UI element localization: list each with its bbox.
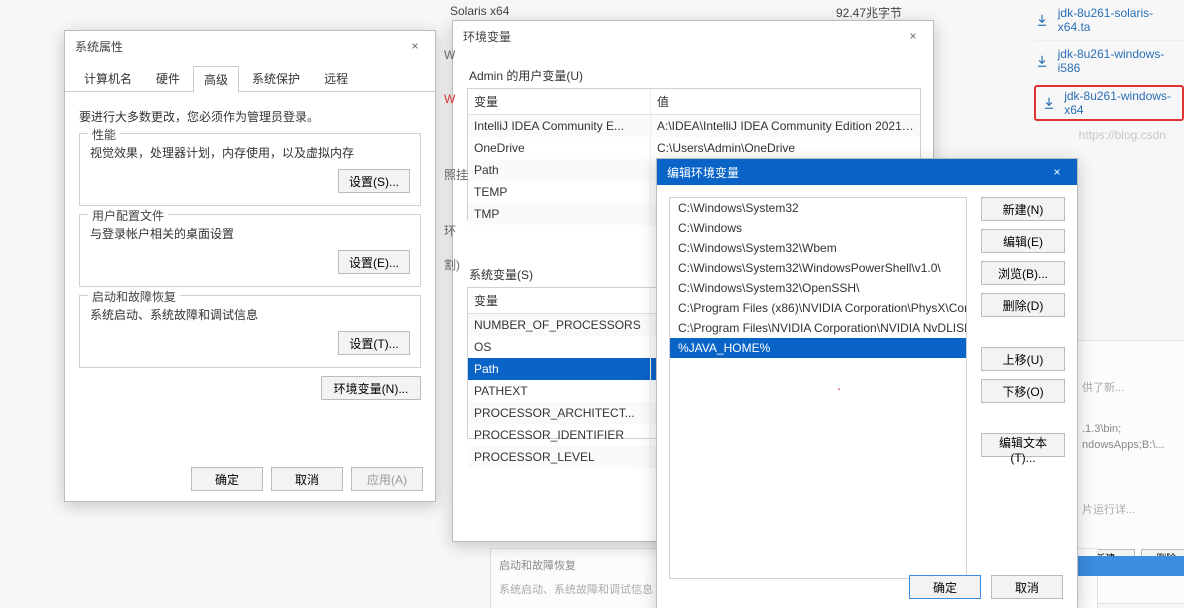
- delete-button[interactable]: 删除(D): [981, 293, 1065, 317]
- tab-system-protection[interactable]: 系统保护: [241, 65, 311, 91]
- close-icon[interactable]: ×: [899, 25, 927, 47]
- performance-group: 性能 视觉效果，处理器计划，内存使用，以及虚拟内存 设置(S)...: [79, 133, 421, 206]
- dialog-title: 环境变量: [463, 28, 511, 45]
- bg-size: 92.47兆字节: [836, 4, 902, 21]
- tab-hardware[interactable]: 硬件: [145, 65, 191, 91]
- download-icon: [1042, 95, 1056, 111]
- download-link-1[interactable]: jdk-8u261-solaris-x64.ta: [1034, 0, 1184, 40]
- admin-note: 要进行大多数更改，您必须作为管理员登录。: [79, 108, 421, 125]
- cancel-button[interactable]: 取消: [991, 575, 1063, 599]
- move-up-button[interactable]: 上移(U): [981, 347, 1065, 371]
- watermark: https://blog.csdn: [1079, 128, 1166, 142]
- download-icon: [1034, 53, 1050, 69]
- ok-button[interactable]: 确定: [909, 575, 981, 599]
- download-label: jdk-8u261-windows-i586: [1058, 47, 1184, 75]
- table-row[interactable]: OneDriveC:\Users\Admin\OneDrive: [468, 137, 920, 159]
- table-row[interactable]: IntelliJ IDEA Community E...A:\IDEA\Inte…: [468, 115, 920, 137]
- list-item[interactable]: C:\Windows: [670, 218, 966, 238]
- group-desc: 与登录帐户相关的桌面设置: [90, 225, 410, 242]
- startup-settings-button[interactable]: 设置(T)...: [338, 331, 410, 355]
- user-profiles-group: 用户配置文件 与登录帐户相关的桌面设置 设置(E)...: [79, 214, 421, 287]
- dialog-title: 编辑环境变量: [667, 164, 739, 181]
- list-item[interactable]: C:\Windows\System32: [670, 198, 966, 218]
- close-icon[interactable]: ×: [401, 35, 429, 57]
- ghost-line: ndowsApps;B:\...: [1082, 439, 1184, 451]
- list-item[interactable]: C:\Program Files\NVIDIA Corporation\NVID…: [670, 318, 966, 338]
- ghost-line: .1.3\bin;: [1082, 423, 1184, 435]
- path-list[interactable]: C:\Windows\System32C:\WindowsC:\Windows\…: [669, 197, 967, 579]
- list-item[interactable]: C:\Program Files (x86)\NVIDIA Corporatio…: [670, 298, 966, 318]
- edit-env-var-dialog: 编辑环境变量 × C:\Windows\System32C:\WindowsC:…: [656, 158, 1078, 608]
- cancel-button[interactable]: 取消: [271, 467, 343, 491]
- move-down-button[interactable]: 下移(O): [981, 379, 1065, 403]
- download-icon: [1034, 12, 1050, 28]
- red-dot: .: [837, 377, 841, 393]
- edit-text-button[interactable]: 编辑文本(T)...: [981, 433, 1065, 457]
- env-vars-button[interactable]: 环境变量(N)...: [321, 376, 421, 400]
- download-link-2[interactable]: jdk-8u261-windows-i586: [1034, 40, 1184, 81]
- dialog-title: 系统属性: [75, 38, 123, 55]
- browse-button[interactable]: 浏览(B)...: [981, 261, 1065, 285]
- group-desc: 系统启动、系统故障和调试信息: [90, 306, 410, 323]
- group-legend: 性能: [88, 126, 120, 143]
- system-tabs: 计算机名 硬件 高级 系统保护 远程: [65, 61, 435, 92]
- profile-settings-button[interactable]: 设置(E)...: [338, 250, 410, 274]
- col-variable: 变量: [468, 288, 651, 313]
- list-item[interactable]: C:\Windows\System32\OpenSSH\: [670, 278, 966, 298]
- tab-advanced[interactable]: 高级: [193, 66, 239, 92]
- col-variable: 变量: [468, 89, 651, 114]
- apply-button[interactable]: 应用(A): [351, 467, 423, 491]
- new-button[interactable]: 新建(N): [981, 197, 1065, 221]
- list-item[interactable]: C:\Windows\System32\WindowsPowerShell\v1…: [670, 258, 966, 278]
- download-label: jdk-8u261-windows-x64: [1064, 89, 1176, 117]
- edit-button[interactable]: 编辑(E): [981, 229, 1065, 253]
- startup-recovery-group: 启动和故障恢复 系统启动、系统故障和调试信息 设置(T)...: [79, 295, 421, 368]
- download-link-3[interactable]: jdk-8u261-windows-x64: [1034, 85, 1184, 121]
- list-item[interactable]: %JAVA_HOME%: [670, 338, 966, 358]
- col-value: 值: [651, 89, 920, 114]
- tab-computer-name[interactable]: 计算机名: [73, 65, 143, 91]
- tab-remote[interactable]: 远程: [313, 65, 359, 91]
- user-vars-label: Admin 的用户变量(U): [469, 67, 919, 84]
- group-legend: 启动和故障恢复: [88, 288, 180, 305]
- list-item[interactable]: C:\Windows\System32\Wbem: [670, 238, 966, 258]
- ok-button[interactable]: 确定: [191, 467, 263, 491]
- group-desc: 视觉效果，处理器计划，内存使用，以及虚拟内存: [90, 144, 410, 161]
- system-properties-dialog: 系统属性 × 计算机名 硬件 高级 系统保护 远程 要进行大多数更改，您必须作为…: [64, 30, 436, 502]
- group-legend: 用户配置文件: [88, 207, 168, 224]
- bg-solaris: Solaris x64: [450, 4, 509, 18]
- perf-settings-button[interactable]: 设置(S)...: [338, 169, 410, 193]
- download-label: jdk-8u261-solaris-x64.ta: [1058, 6, 1184, 34]
- close-icon[interactable]: ×: [1043, 161, 1071, 183]
